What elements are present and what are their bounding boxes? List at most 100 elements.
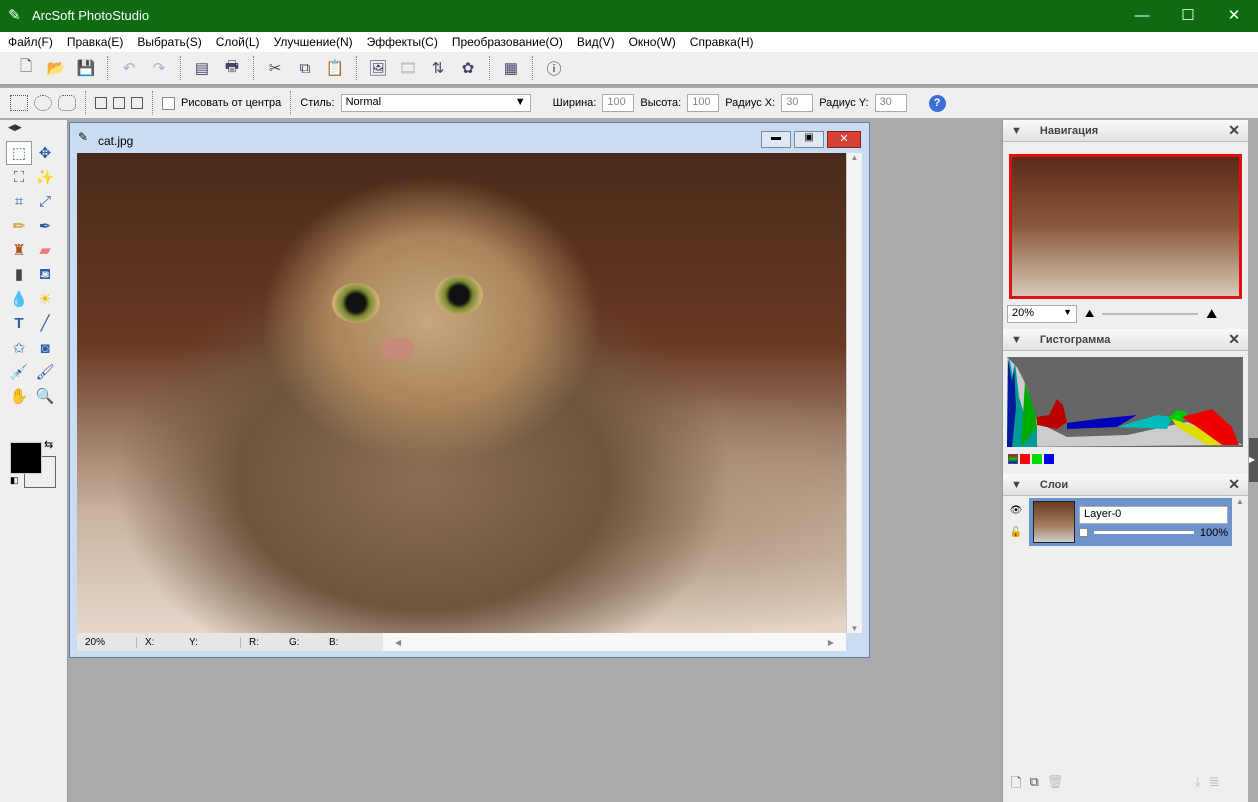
close-icon[interactable]: ✕	[1228, 331, 1240, 348]
new-icon[interactable]: 🗋	[14, 56, 38, 80]
rounded-select-icon[interactable]	[58, 95, 76, 111]
cut-icon[interactable]: ✂	[263, 56, 287, 80]
radius-y-input[interactable]: 30	[874, 94, 907, 112]
print-icon[interactable]: 🖶	[220, 56, 244, 80]
duplicate-layer-icon[interactable]: ⧉	[1029, 774, 1038, 796]
nav-zoom-slider[interactable]	[1102, 313, 1199, 315]
height-input[interactable]: 100	[687, 94, 720, 112]
frame-tool-icon[interactable]: ◙	[32, 336, 58, 360]
film-icon[interactable]: 🎞	[396, 56, 420, 80]
batch-icon[interactable]: ⇅	[426, 56, 450, 80]
channel-red-button[interactable]	[1020, 454, 1030, 464]
subtract-selection-icon[interactable]	[131, 97, 143, 109]
zoom-out-icon[interactable]: ⛰	[1085, 308, 1094, 321]
text-tool-icon[interactable]: T	[6, 312, 32, 336]
fill-tool-icon[interactable]: ⛾	[32, 263, 58, 287]
crop-tool-icon[interactable]: ⌗	[6, 190, 32, 214]
menu-layer[interactable]: Слой(L)	[216, 35, 260, 49]
menu-view[interactable]: Вид(V)	[577, 35, 615, 49]
undo-icon[interactable]: ↶	[117, 56, 141, 80]
dodge-tool-icon[interactable]: ☀	[32, 287, 58, 311]
maximize-button[interactable]: ☐	[1165, 0, 1211, 32]
photo-icon[interactable]: 🖼	[366, 56, 390, 80]
collapse-icon[interactable]: ▼	[1011, 125, 1022, 137]
flatten-icon[interactable]: ≣	[1209, 774, 1220, 790]
collapse-icon[interactable]: ▼	[1011, 334, 1022, 346]
paste-icon[interactable]: 📋	[323, 56, 347, 80]
info-icon[interactable]: ⓘ	[542, 56, 566, 80]
vertical-scrollbar[interactable]: ▲ ▼	[846, 153, 862, 633]
ellipse-select-icon[interactable]	[34, 95, 52, 111]
scan-icon[interactable]: ▤	[190, 56, 214, 80]
eraser-tool-icon[interactable]: ▰	[32, 238, 58, 262]
gradient-tool-icon[interactable]: ▮	[6, 262, 32, 286]
default-colors-icon[interactable]: ◧	[10, 475, 19, 486]
menu-transform[interactable]: Преобразование(O)	[452, 35, 563, 49]
menu-edit[interactable]: Правка(E)	[67, 35, 124, 49]
menu-enhance[interactable]: Улучшение(N)	[274, 35, 353, 49]
enhance-icon[interactable]: ✿	[456, 56, 480, 80]
new-layer-icon[interactable]: 🗋	[1011, 774, 1021, 796]
doc-maximize-button[interactable]: ▣	[794, 131, 824, 148]
draw-from-center-checkbox[interactable]	[162, 96, 175, 110]
channel-blue-button[interactable]	[1044, 454, 1054, 464]
horizontal-scrollbar[interactable]: ◀ ▶	[383, 633, 846, 651]
move-tool-icon[interactable]: ✥	[32, 141, 58, 165]
menu-select[interactable]: Выбрать(S)	[137, 35, 201, 49]
zoom-tool-icon[interactable]: 🔍	[32, 384, 58, 408]
delete-layer-icon[interactable]: 🗑	[1047, 774, 1064, 796]
toolbox-collapse-icon[interactable]: ◀▶	[0, 120, 67, 135]
add-selection-icon[interactable]	[113, 97, 125, 109]
hand-tool-icon[interactable]: ✋	[6, 384, 32, 408]
doc-close-button[interactable]: ✕	[827, 131, 861, 148]
marquee-tool-icon[interactable]: ⬚	[6, 141, 32, 165]
lock-icon[interactable]: 🔓	[1003, 522, 1029, 544]
width-input[interactable]: 100	[602, 94, 635, 112]
zoom-in-icon[interactable]: ⛰	[1206, 306, 1217, 322]
line-tool-icon[interactable]: ╱	[32, 311, 58, 335]
doc-minimize-button[interactable]: ▬	[761, 131, 791, 148]
transform-tool-icon[interactable]: ⤢	[32, 190, 58, 214]
pencil-tool-icon[interactable]: ✏	[6, 214, 32, 238]
panel-toggle-button[interactable]: ▶	[1249, 438, 1258, 482]
menu-effects[interactable]: Эффекты(C)	[367, 35, 438, 49]
layer-opacity-slider[interactable]	[1094, 531, 1194, 534]
magic-wand-icon[interactable]: ✨	[32, 165, 58, 189]
new-selection-icon[interactable]	[95, 97, 107, 109]
minimize-button[interactable]: —	[1119, 0, 1165, 32]
help-icon[interactable]: ?	[928, 94, 946, 112]
save-icon[interactable]: 💾	[74, 56, 98, 80]
channel-all-button[interactable]	[1008, 454, 1018, 464]
eyedropper-tool-icon[interactable]: 💉	[6, 360, 32, 384]
menu-window[interactable]: Окно(W)	[629, 35, 676, 49]
menu-help[interactable]: Справка(H)	[690, 35, 754, 49]
view-icon[interactable]: ▦	[499, 56, 523, 80]
shape-tool-icon[interactable]: ✩	[6, 336, 32, 360]
visibility-eye-icon[interactable]: 👁	[1003, 500, 1029, 522]
copy-icon[interactable]: ⧉	[293, 56, 317, 80]
redo-icon[interactable]: ↷	[147, 56, 171, 80]
rect-select-icon[interactable]	[10, 95, 28, 111]
brush-tool-icon[interactable]: 🖌	[32, 360, 58, 384]
nav-zoom-select[interactable]: 20% ▼	[1007, 305, 1077, 323]
radius-x-input[interactable]: 30	[781, 94, 814, 112]
image-canvas[interactable]	[77, 153, 846, 633]
swap-colors-icon[interactable]: ⇆	[44, 438, 53, 451]
layers-scrollbar[interactable]: ▲	[1232, 497, 1248, 547]
channel-green-button[interactable]	[1032, 454, 1042, 464]
airbrush-tool-icon[interactable]: ✒	[32, 214, 58, 238]
style-select[interactable]: Normal ▼	[340, 94, 531, 112]
close-icon[interactable]: ✕	[1228, 476, 1240, 493]
collapse-icon[interactable]: ▼	[1011, 479, 1022, 491]
open-icon[interactable]: 📂	[44, 56, 68, 80]
stamp-tool-icon[interactable]: ♜	[6, 238, 32, 262]
close-button[interactable]: ✕	[1211, 0, 1257, 32]
blur-tool-icon[interactable]: 💧	[6, 287, 32, 311]
foreground-color-swatch[interactable]	[10, 442, 42, 474]
lasso-tool-icon[interactable]: ⛶	[6, 166, 32, 190]
menu-file[interactable]: Файл(F)	[8, 35, 53, 49]
close-icon[interactable]: ✕	[1228, 122, 1240, 139]
merge-down-icon[interactable]: ⤓	[1195, 774, 1201, 790]
layer-name-input[interactable]: Layer-0	[1079, 505, 1228, 524]
layer-row[interactable]: 👁 🔓 Layer-0 100% ▲	[1003, 497, 1248, 547]
